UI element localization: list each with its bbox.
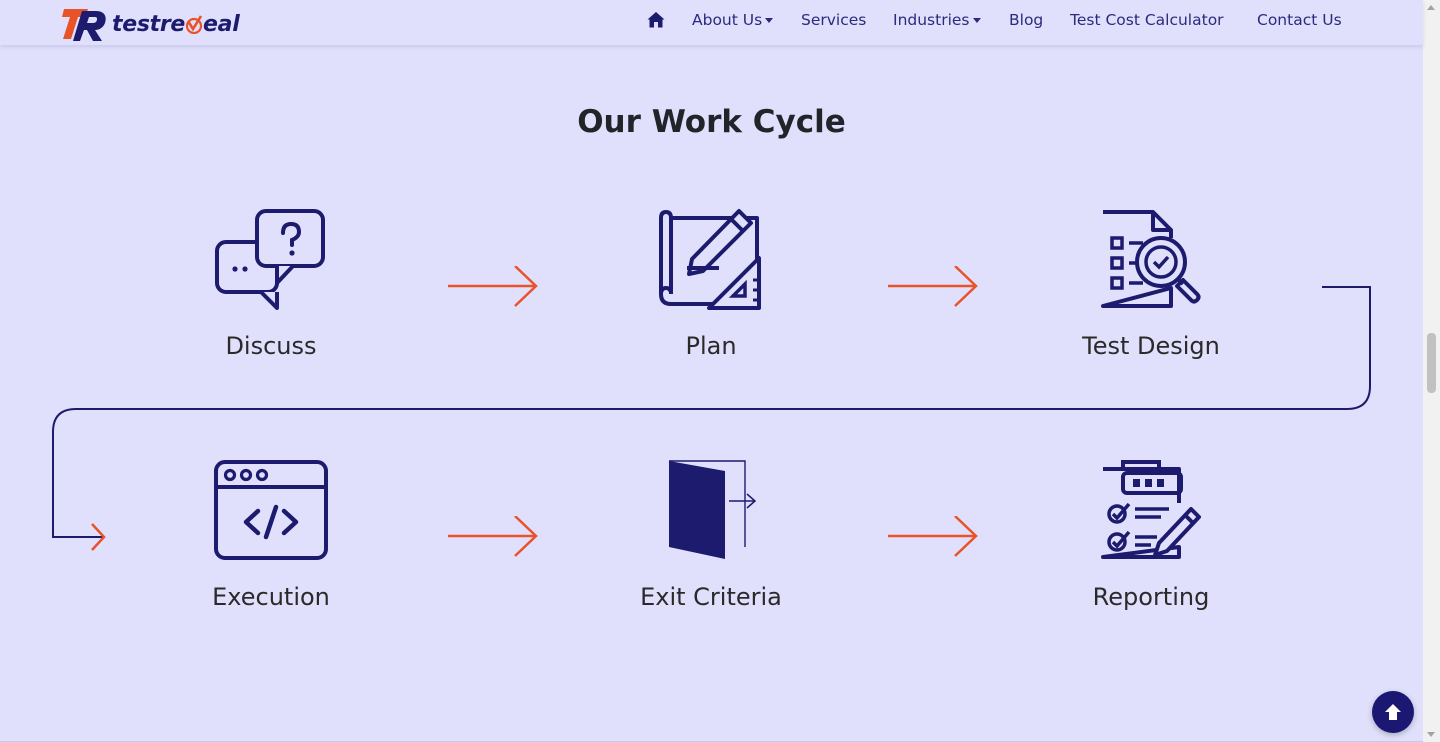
step-exit-criteria: Exit Criteria [581,459,841,611]
scroll-down-arrow-icon[interactable] [1427,732,1435,737]
step-execution-label: Execution [212,583,330,611]
nav-services[interactable]: Services [801,11,866,29]
document-magnifier-icon [1021,208,1281,310]
step-discuss-label: Discuss [225,332,317,360]
clipboard-checklist-icon [1021,459,1281,561]
step-execution: Execution [141,459,401,611]
blueprint-pencil-icon [581,208,841,310]
arrow-right-icon [888,266,978,307]
cycle-connector-line [52,286,1371,551]
step-discuss: Discuss [141,208,401,360]
step-exit-criteria-label: Exit Criteria [640,583,782,611]
nav-blog[interactable]: Blog [1009,11,1043,29]
arrow-right-icon [448,266,538,307]
nav-industries-label: Industries [893,11,970,29]
nav-about-us-label: About Us [692,11,763,29]
arrow-right-icon [888,516,978,557]
chevron-down-icon [972,18,981,23]
nav-about-us[interactable]: About Us [692,11,774,29]
scroll-up-arrow-icon[interactable] [1427,5,1435,10]
step-reporting: Reporting [1021,459,1281,611]
step-test-design-label: Test Design [1082,332,1220,360]
chevron-down-icon [765,18,774,23]
scrollbar-thumb[interactable] [1427,333,1436,393]
exit-door-icon [581,459,841,561]
page-scrollbar[interactable] [1423,0,1440,742]
step-plan: Plan [581,208,841,360]
chat-question-icon [141,208,401,310]
nav-test-cost-calculator[interactable]: Test Cost Calculator [1070,11,1224,29]
step-reporting-label: Reporting [1092,583,1210,611]
code-window-icon [141,459,401,561]
arrow-right-icon [448,516,538,557]
step-plan-label: Plan [685,332,737,360]
nav-industries[interactable]: Industries [893,11,981,29]
nav-menu: About Us Services Industries Blog Test C… [0,0,1423,45]
step-test-design: Test Design [1021,208,1281,360]
back-to-top-button[interactable] [1372,691,1414,733]
top-navbar: testre eal About Us Services Industries B… [0,0,1423,45]
arrow-up-icon [1385,704,1401,720]
nav-contact-us[interactable]: Contact Us [1257,11,1342,29]
home-icon[interactable] [647,11,665,33]
